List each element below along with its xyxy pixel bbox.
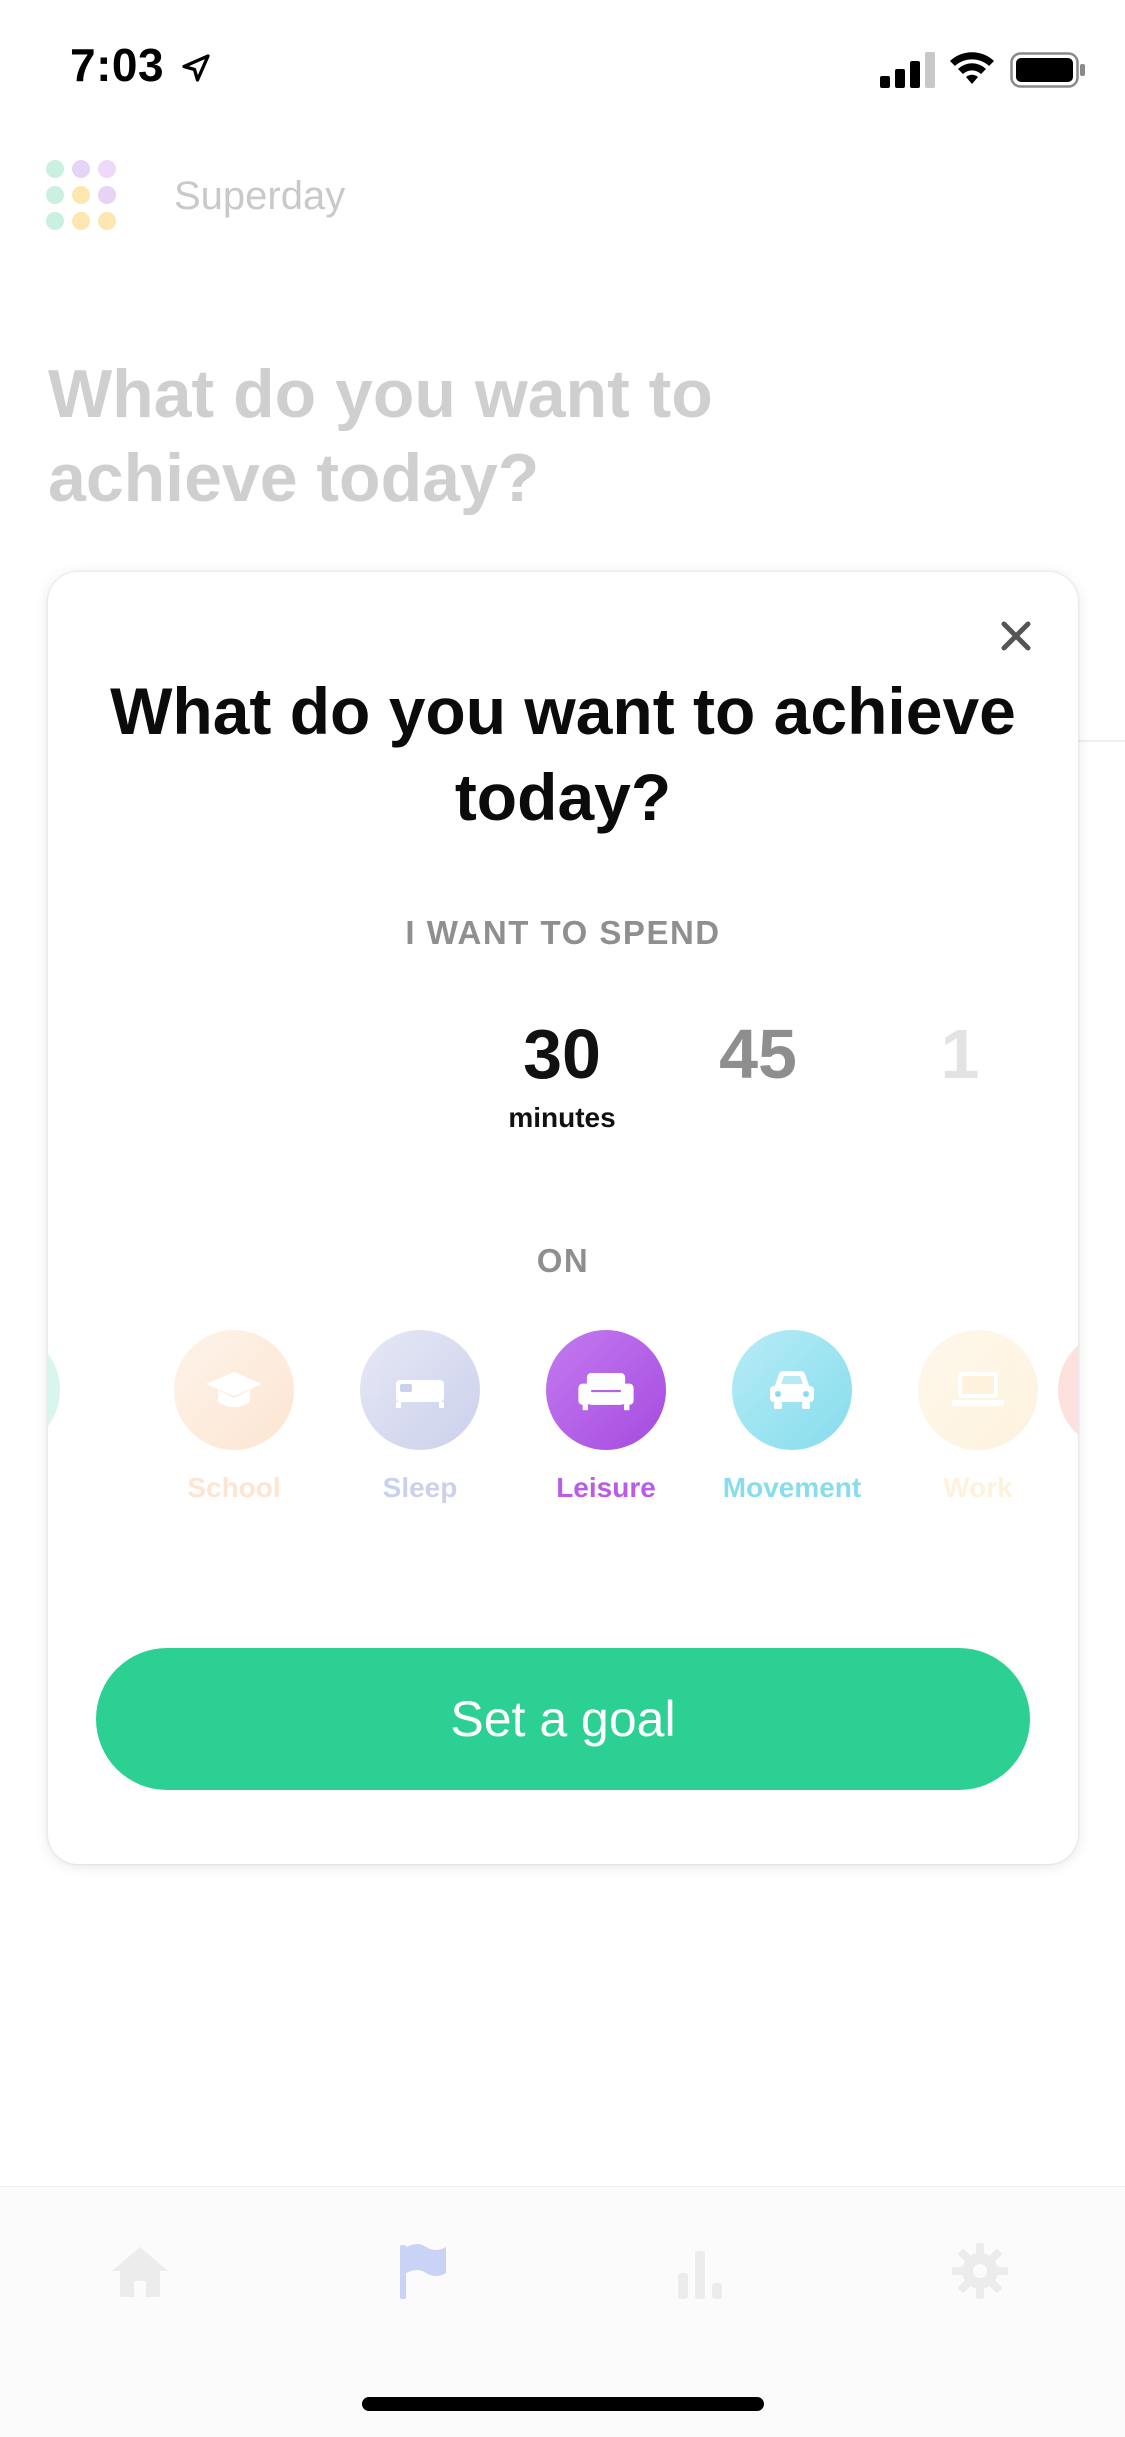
location-arrow-icon <box>182 54 210 82</box>
car-icon <box>770 1371 814 1409</box>
tab-settings[interactable] <box>948 2239 1028 2319</box>
category-circle-partial <box>1058 1345 1078 1435</box>
duration-option[interactable]: 45 <box>678 1012 838 1096</box>
gear-icon <box>952 2243 1008 2299</box>
category-circle <box>918 1330 1038 1450</box>
duration-value: 30 <box>523 1015 601 1093</box>
category-sleep[interactable]: Sleep <box>327 1330 513 1504</box>
category-edge-right[interactable] <box>1058 1330 1078 1450</box>
category-label: Movement <box>722 1472 862 1503</box>
close-button[interactable] <box>988 608 1044 664</box>
category-circle <box>174 1330 294 1450</box>
category-circle-partial <box>48 1354 60 1426</box>
dot-grid-logo <box>46 160 122 236</box>
category-picker[interactable]: School Sleep Leisure Movement Work <box>48 1330 1078 1530</box>
tab-stats[interactable] <box>668 2239 748 2319</box>
category-label: Sleep <box>382 1472 458 1503</box>
laptop-icon <box>952 1372 1004 1406</box>
status-bar: 7:03 <box>0 0 1125 132</box>
category-label: School <box>187 1472 281 1503</box>
duration-option[interactable]: 30 minutes <box>482 1012 642 1134</box>
home-indicator[interactable] <box>362 2397 764 2411</box>
duration-value: 1 <box>940 1015 980 1093</box>
duration-picker[interactable]: 30 minutes 45 1 <box>48 1012 1078 1162</box>
on-label: ON <box>536 1242 590 1279</box>
category-circle <box>732 1330 852 1450</box>
close-icon <box>1001 621 1031 651</box>
tab-home[interactable] <box>108 2239 188 2319</box>
category-edge-left[interactable] <box>48 1330 60 1450</box>
couch-icon <box>578 1373 634 1411</box>
bed-icon <box>396 1380 444 1408</box>
goal-modal: What do you want to achieve today? I WAN… <box>48 572 1078 1864</box>
wifi-icon <box>950 52 994 84</box>
category-movement[interactable]: Movement <box>699 1330 885 1504</box>
category-school[interactable]: School <box>141 1330 327 1504</box>
duration-unit: minutes <box>508 1102 616 1133</box>
signal-icon <box>880 52 935 88</box>
battery-icon <box>1010 52 1085 88</box>
modal-title: What do you want to achieve today? <box>110 674 1016 834</box>
bar-chart-icon <box>678 2251 722 2299</box>
background-divider <box>1078 740 1125 742</box>
category-circle <box>546 1330 666 1450</box>
graduation-cap-icon <box>206 1372 262 1407</box>
duration-option[interactable]: 1 <box>880 1012 1040 1096</box>
category-work[interactable]: Work <box>885 1330 1071 1504</box>
tab-goals[interactable] <box>390 2239 470 2319</box>
flag-icon <box>400 2244 446 2299</box>
status-time: 7:03 <box>70 39 165 91</box>
app-title: Superday <box>174 174 346 218</box>
set-goal-button[interactable]: Set a goal <box>96 1648 1030 1790</box>
home-icon <box>112 2247 168 2297</box>
category-label: Work <box>943 1472 1013 1503</box>
duration-value: 45 <box>719 1015 797 1093</box>
category-circle <box>360 1330 480 1450</box>
category-leisure[interactable]: Leisure <box>513 1330 699 1504</box>
category-label: Leisure <box>556 1472 656 1503</box>
background-heading: What do you want to achieve today? <box>48 356 713 516</box>
spend-label: I WANT TO SPEND <box>405 914 721 951</box>
